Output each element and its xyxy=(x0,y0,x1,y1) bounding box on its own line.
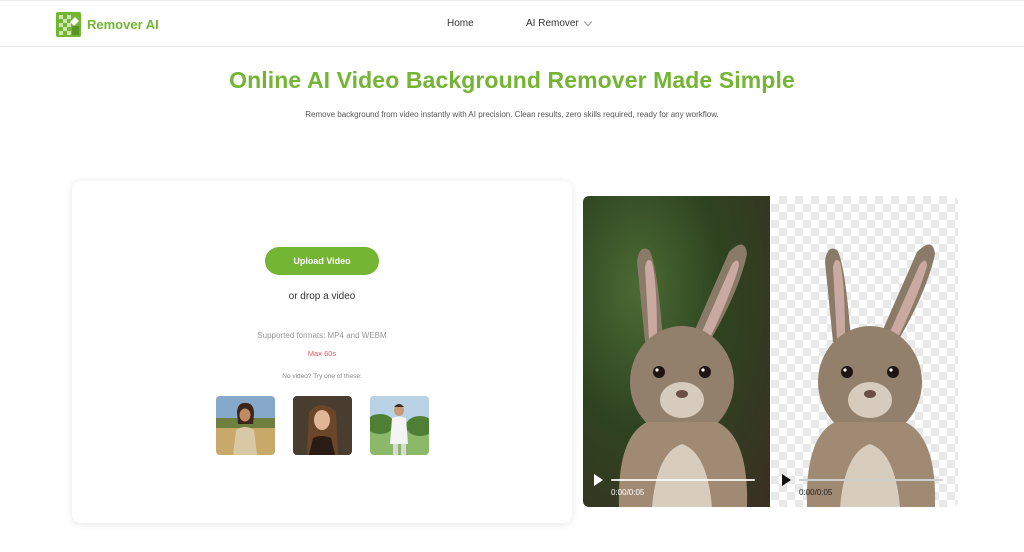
page-subtitle: Remove background from video instantly w… xyxy=(305,110,719,119)
play-icon[interactable] xyxy=(594,474,603,486)
upload-card[interactable]: Upload Video or drop a video Supported f… xyxy=(72,181,572,523)
video-controls: 0:00/0:05 xyxy=(583,467,770,507)
original-video[interactable]: 0:00/0:05 xyxy=(583,196,770,507)
rabbit-cutout-image xyxy=(806,244,936,507)
background-removed-video[interactable]: 0:00/0:05 xyxy=(771,196,958,507)
nav-home-label: Home xyxy=(447,18,474,29)
sample-video-thumbnail[interactable] xyxy=(293,396,352,455)
video-time: 0:00/0:05 xyxy=(799,488,833,497)
main-nav: Home AI Remover xyxy=(0,17,1024,34)
upload-video-button[interactable]: Upload Video xyxy=(265,247,379,275)
sample-videos xyxy=(216,396,429,455)
supported-formats-text: Supported formats: MP4 and WEBM xyxy=(257,331,387,340)
max-length-text: Max 60s xyxy=(307,349,337,358)
rabbit-image xyxy=(618,244,748,507)
chevron-down-icon xyxy=(583,17,593,27)
play-icon[interactable] xyxy=(782,474,791,486)
before-after-preview: 0:00/0:05 0:00/0:05 xyxy=(583,196,958,507)
drop-video-text: or drop a video xyxy=(288,291,356,302)
sample-video-thumbnail[interactable] xyxy=(216,396,275,455)
video-controls: 0:00/0:05 xyxy=(771,467,958,507)
nav-ai-remover-dropdown[interactable]: AI Remover xyxy=(526,17,593,29)
page-title: Online AI Video Background Remover Made … xyxy=(229,67,795,93)
sample-video-thumbnail[interactable] xyxy=(370,396,429,455)
video-progress-bar[interactable] xyxy=(611,479,755,481)
video-time: 0:00/0:05 xyxy=(611,488,645,497)
nav-home-link[interactable]: Home xyxy=(447,18,474,29)
try-sample-text: No video? Try one of these: xyxy=(282,373,362,380)
video-progress-bar[interactable] xyxy=(799,479,943,481)
site-header: Remover AI Home AI Remover xyxy=(0,0,1024,47)
nav-ai-remover-label: AI Remover xyxy=(526,18,579,29)
